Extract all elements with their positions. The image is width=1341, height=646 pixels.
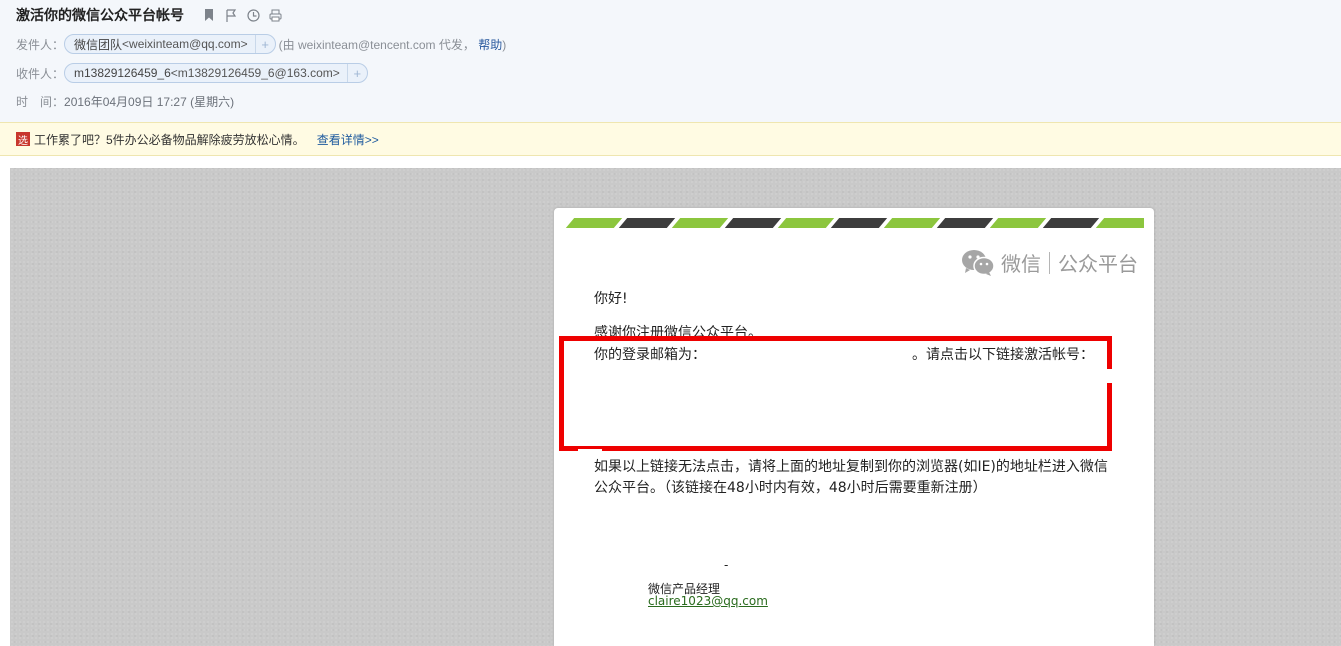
ad-banner: 选 工作累了吧？5件办公必备物品解除疲劳放松心情。 查看详情>> — [0, 122, 1341, 156]
from-label: 发件人： — [16, 37, 65, 52]
greeting: 你好! — [594, 291, 628, 307]
add-recipient-button[interactable]: + — [346, 64, 367, 82]
wechat-logo: 微信 公众平台 — [961, 248, 1138, 277]
stripe-segment — [1095, 218, 1144, 228]
login-email-label: 你的登录邮箱为： — [594, 347, 706, 363]
sender-address: <weixinteam@qq.com> — [122, 37, 248, 51]
email-header: 激活你的微信公众平台帐号 发件人： 微信团队 <weixinteam@qq.com… — [0, 0, 1341, 122]
bookmark-icon[interactable] — [202, 8, 216, 22]
time-row: 时 间： 2016年04月09日 17:27 (星期六) — [16, 90, 234, 112]
ad-text[interactable]: 工作累了吧？5件办公必备物品解除疲劳放松心情。 — [34, 131, 305, 148]
stripe-segment — [830, 218, 888, 228]
logo-divider — [1049, 251, 1050, 274]
stripe-segment — [989, 218, 1047, 228]
fallback-text-1: 如果以上链接无法点击，请将上面的地址复制到你的浏览器(如IE)的地址栏进入微信 — [594, 459, 1108, 475]
sender-chip[interactable]: 微信团队 <weixinteam@qq.com> + — [64, 34, 276, 54]
email-subject: 激活你的微信公众平台帐号 — [16, 7, 184, 23]
to-row: 收件人： m13829126459_6 <m13829126459_6@163.c… — [16, 62, 368, 84]
ad-icon: 选 — [16, 132, 30, 147]
stripe-segment — [1042, 218, 1100, 228]
stripe-segment — [777, 218, 835, 228]
fallback-text-2: 公众平台。（该链接在48小时内有效，48小时后需要重新注册） — [594, 480, 987, 496]
flag-icon[interactable] — [224, 8, 238, 22]
subject-row: 激活你的微信公众平台帐号 — [16, 5, 282, 25]
sender-name: 微信团队 — [74, 37, 123, 52]
add-sender-button[interactable]: + — [254, 35, 275, 53]
recipient-address: <m13829126459_6@163.com> — [170, 66, 340, 80]
via-text: (由 weixinteam@tencent.com 代发， 帮助) — [278, 37, 507, 52]
stripe-segment — [671, 218, 729, 228]
signature-dash: - — [724, 558, 729, 572]
airmail-stripes — [564, 218, 1144, 230]
subject-actions — [202, 8, 282, 22]
stripe-segment — [618, 218, 676, 228]
logo-text-main: 微信 — [1001, 254, 1041, 276]
signature-email-link[interactable]: claire1023@qq.com — [648, 594, 768, 608]
stripe-segment — [883, 218, 941, 228]
time-value: 2016年04月09日 17:27 (星期六) — [64, 94, 235, 109]
time-label: 时 间： — [16, 94, 65, 109]
from-row: 发件人： 微信团队 <weixinteam@qq.com> + (由 weixin… — [16, 33, 506, 55]
stripe-segment — [565, 218, 623, 228]
stripe-segment — [936, 218, 994, 228]
recipient-name: m13829126459_6 — [74, 66, 171, 80]
activate-instruction: 。请点击以下链接激活帐号： — [912, 347, 1094, 363]
help-link[interactable]: 帮助 — [478, 38, 502, 52]
wechat-icon — [962, 249, 995, 276]
to-label: 收件人： — [16, 66, 65, 81]
recipient-chip[interactable]: m13829126459_6 <m13829126459_6@163.com> + — [64, 63, 368, 83]
clock-icon[interactable] — [246, 8, 260, 22]
view-details-link[interactable]: 查看详情>> — [317, 131, 379, 148]
logo-text-sub: 公众平台 — [1058, 254, 1138, 276]
print-icon[interactable] — [268, 8, 282, 22]
stripe-segment — [724, 218, 782, 228]
